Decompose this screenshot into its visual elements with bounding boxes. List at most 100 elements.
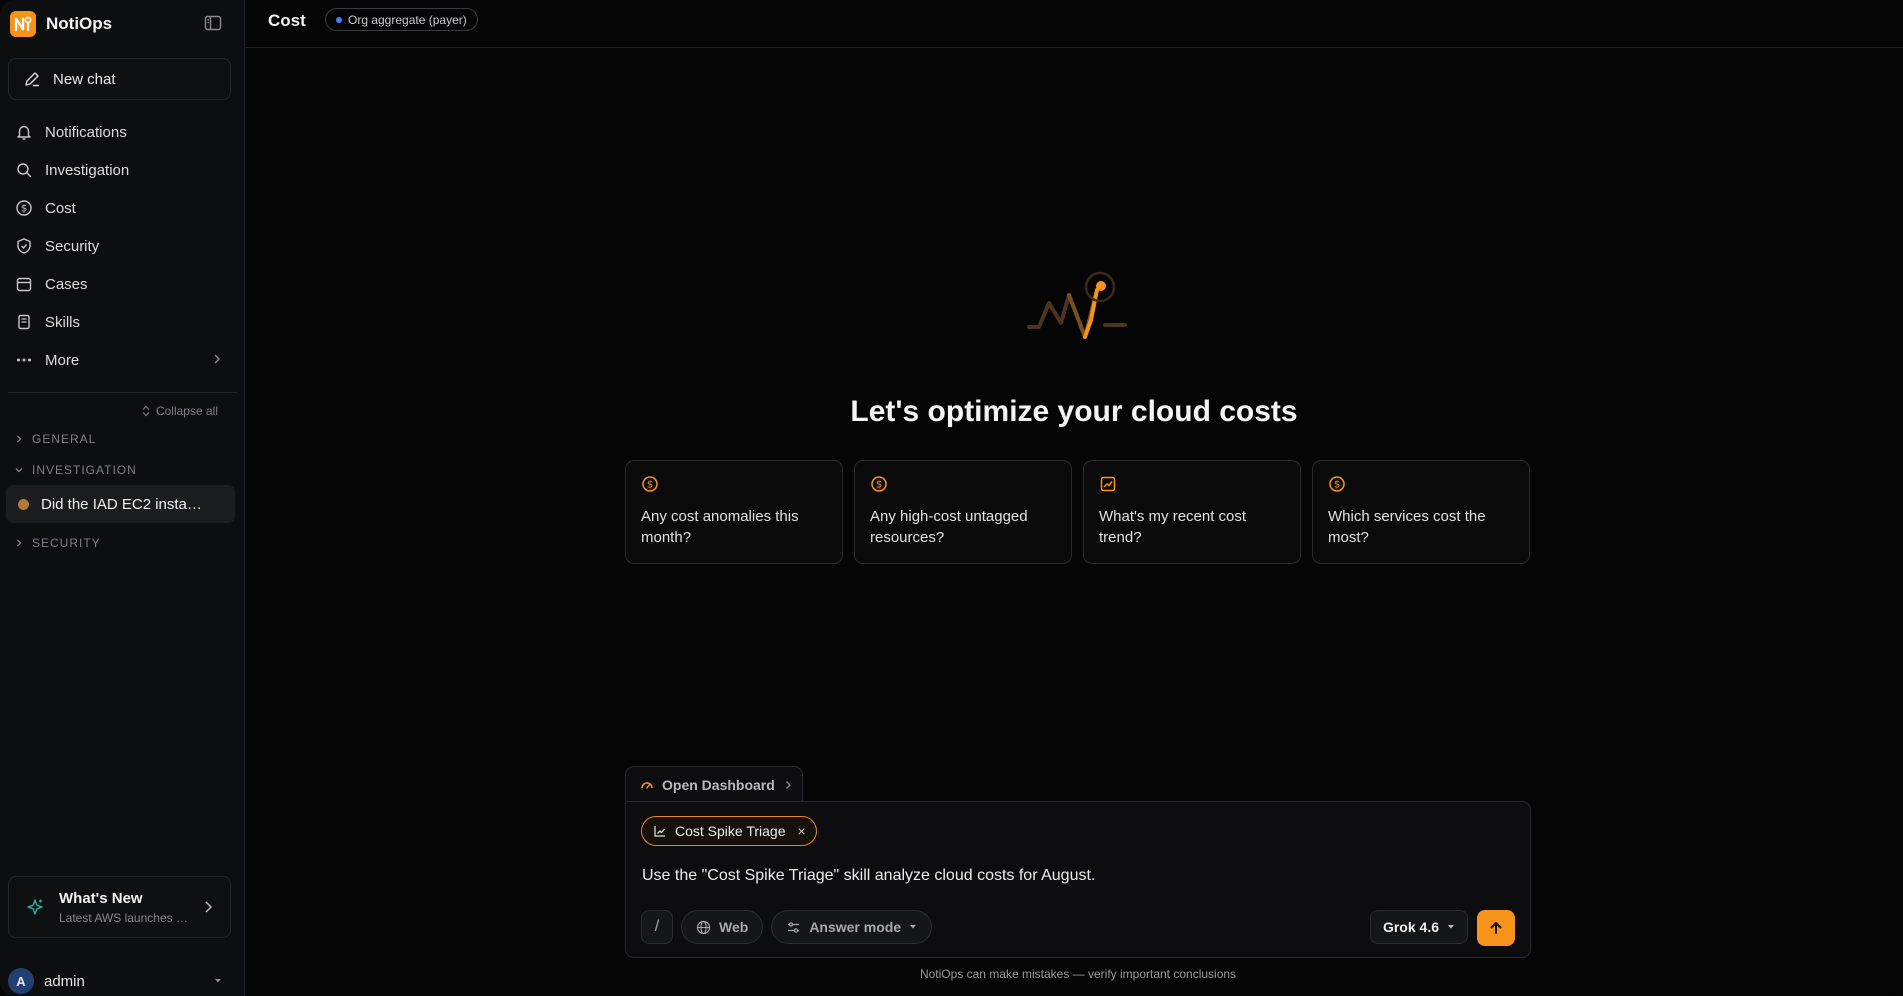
sidebar-item-label: Notifications — [45, 123, 127, 141]
disclaimer-text: NotiOps can make mistakes — verify impor… — [919, 967, 1237, 981]
dollar-circle-icon: $ — [1328, 475, 1346, 493]
top-bar: Cost Org aggregate (payer) — [245, 0, 1903, 48]
shield-icon — [15, 237, 33, 255]
dollar-circle-icon: $ — [15, 199, 33, 217]
thread-item[interactable]: Did the IAD EC2 insta… — [6, 485, 235, 523]
skill-chip-label: Cost Spike Triage — [675, 823, 786, 839]
sliders-icon — [786, 920, 801, 935]
collapse-all-button[interactable]: Collapse all — [141, 404, 218, 418]
sidebar-nav: Notifications Investigation $ Cost Secur… — [8, 113, 237, 379]
collapse-icon — [141, 405, 151, 417]
more-dots-icon — [15, 351, 33, 369]
chevron-right-icon — [783, 779, 793, 791]
sidebar-item-cases[interactable]: Cases — [8, 265, 237, 303]
avatar: A — [8, 968, 34, 994]
page-title: Cost — [268, 11, 306, 30]
user-name: admin — [44, 972, 85, 990]
caret-down-icon — [213, 977, 223, 985]
chevron-right-icon — [202, 900, 214, 914]
brand-name: NotiOps — [46, 14, 113, 33]
answer-mode-label: Answer mode — [809, 919, 902, 935]
whats-new-card[interactable]: What's New Latest AWS launches … — [8, 876, 231, 938]
suggestion-card[interactable]: What's my recent cost trend? — [1083, 460, 1301, 564]
section-investigation[interactable]: INVESTIGATION — [14, 463, 137, 477]
sidebar-item-investigation[interactable]: Investigation — [8, 151, 237, 189]
svg-text:$: $ — [1334, 480, 1340, 491]
sidebar-item-label: Investigation — [45, 161, 130, 179]
dollar-circle-icon: $ — [870, 475, 888, 493]
pencil-icon — [23, 70, 41, 88]
collapse-all-label: Collapse all — [155, 404, 218, 418]
hero-title: Let's optimize your cloud costs — [850, 395, 1298, 428]
search-icon — [15, 161, 33, 179]
open-dashboard-tab[interactable]: Open Dashboard — [625, 766, 803, 802]
web-label: Web — [719, 919, 749, 935]
suggestion-text: Any high-cost untagged resources? — [870, 508, 1028, 546]
suggestion-text: What's my recent cost trend? — [1099, 508, 1247, 546]
sidebar-toggle-icon[interactable] — [204, 14, 222, 32]
scope-badge[interactable]: Org aggregate (payer) — [325, 8, 478, 31]
svg-text:$: $ — [647, 480, 653, 491]
chevron-down-icon — [14, 465, 24, 475]
sidebar-item-cost[interactable]: $ Cost — [8, 189, 237, 227]
open-dashboard-label: Open Dashboard — [662, 776, 775, 793]
sidebar-item-label: Cases — [45, 275, 88, 293]
caret-down-icon — [909, 924, 917, 930]
main-panel: Cost Org aggregate (payer) Let's optimiz… — [245, 0, 1903, 996]
thread-title: Did the IAD EC2 insta… — [41, 495, 202, 513]
caret-down-icon — [1447, 924, 1455, 930]
chevron-right-icon — [14, 538, 24, 548]
hero-logo-icon — [1025, 265, 1133, 345]
section-security[interactable]: SECURITY — [14, 536, 101, 550]
dollar-circle-icon: $ — [641, 475, 659, 493]
brand[interactable]: NotiOps — [10, 10, 112, 38]
bell-icon — [15, 123, 33, 141]
suggestion-text: Any cost anomalies this month? — [641, 508, 799, 546]
sidebar-item-more[interactable]: More — [8, 341, 237, 379]
chevron-right-icon — [14, 434, 24, 444]
send-button[interactable] — [1477, 910, 1515, 946]
sidebar-divider — [8, 392, 237, 393]
suggestion-text: Which services cost the most? — [1328, 508, 1486, 546]
suggestion-card[interactable]: $ Any high-cost untagged resources? — [854, 460, 1072, 564]
arrow-up-icon — [1488, 920, 1504, 936]
new-chat-label: New chat — [53, 70, 116, 88]
whats-new-subtitle: Latest AWS launches … — [59, 910, 188, 925]
suggestion-card[interactable]: $ Which services cost the most? — [1312, 460, 1530, 564]
globe-icon — [696, 920, 711, 935]
section-label: INVESTIGATION — [32, 463, 137, 477]
sidebar: NotiOps New chat Notifications Investiga… — [0, 0, 245, 996]
user-menu[interactable]: A admin — [8, 968, 237, 994]
notiops-logo-icon — [10, 11, 36, 37]
sidebar-item-notifications[interactable]: Notifications — [8, 113, 237, 151]
remove-chip-icon[interactable]: × — [798, 823, 806, 839]
gauge-icon — [640, 778, 654, 792]
answer-mode-select[interactable]: Answer mode — [771, 910, 933, 944]
model-label: Grok 4.6 — [1382, 919, 1439, 935]
sidebar-item-skills[interactable]: Skills — [8, 303, 237, 341]
status-dot — [18, 498, 29, 510]
whats-new-title: What's New — [59, 889, 143, 907]
sidebar-item-label: More — [45, 351, 80, 369]
section-label: SECURITY — [32, 536, 101, 550]
sidebar-item-label: Skills — [45, 313, 81, 331]
svg-text:$: $ — [21, 204, 27, 215]
composer-input[interactable]: Use the "Cost Spike Triage" skill analyz… — [642, 867, 1095, 885]
calendar-icon — [15, 275, 33, 293]
new-chat-button[interactable]: New chat — [8, 58, 231, 100]
sidebar-item-security[interactable]: Security — [8, 227, 237, 265]
section-general[interactable]: GENERAL — [14, 432, 96, 446]
skill-chip[interactable]: Cost Spike Triage × — [641, 816, 817, 846]
suggestion-card[interactable]: $ Any cost anomalies this month? — [625, 460, 843, 564]
web-toggle-button[interactable]: Web — [681, 910, 764, 944]
slash-command-button[interactable]: / — [641, 910, 673, 944]
chat-composer[interactable]: Cost Spike Triage × Use the "Cost Spike … — [625, 801, 1531, 958]
chart-icon — [653, 824, 667, 838]
composer-toolbar: / Web Answer mode — [641, 910, 933, 944]
svg-text:$: $ — [876, 480, 882, 491]
book-icon — [15, 313, 33, 331]
suggestion-cards: $ Any cost anomalies this month? $ Any h… — [625, 460, 1530, 564]
model-select[interactable]: Grok 4.6 — [1369, 910, 1468, 944]
sidebar-item-label: Cost — [45, 199, 76, 217]
scope-badge-label: Org aggregate (payer) — [348, 12, 467, 27]
